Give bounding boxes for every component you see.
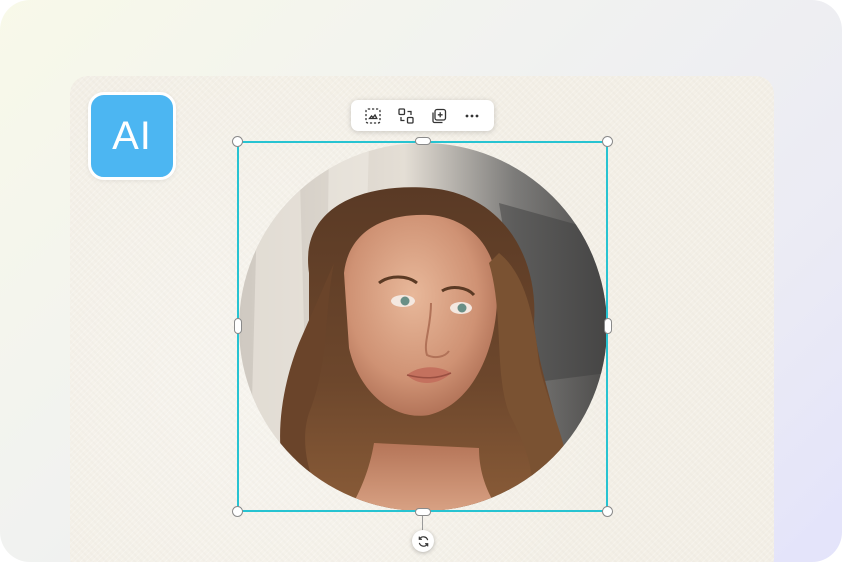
rotate-connector [422, 516, 423, 531]
rotate-button[interactable] [412, 530, 434, 552]
more-options-button[interactable] [459, 103, 485, 129]
ai-badge-label: AI [112, 113, 152, 158]
resize-handle-top-right[interactable] [602, 136, 613, 147]
crop-select-icon [365, 107, 382, 124]
element-toolbar [351, 100, 494, 131]
resize-handle-top-left[interactable] [232, 136, 243, 147]
resize-handle-bottom[interactable] [415, 508, 431, 516]
resize-handle-bottom-right[interactable] [602, 506, 613, 517]
resize-handle-right[interactable] [604, 318, 612, 334]
duplicate-icon [432, 108, 447, 123]
resize-handle-bottom-left[interactable] [232, 506, 243, 517]
replace-button[interactable] [393, 103, 419, 129]
duplicate-button[interactable] [426, 103, 452, 129]
selection-frame[interactable] [237, 141, 608, 512]
crop-select-button[interactable] [360, 103, 386, 129]
resize-handle-top[interactable] [415, 137, 431, 145]
more-options-icon [465, 114, 479, 117]
rotate-icon [418, 535, 428, 547]
resize-handle-left[interactable] [234, 318, 242, 334]
replace-icon [398, 107, 414, 124]
ai-badge: AI [88, 92, 176, 180]
